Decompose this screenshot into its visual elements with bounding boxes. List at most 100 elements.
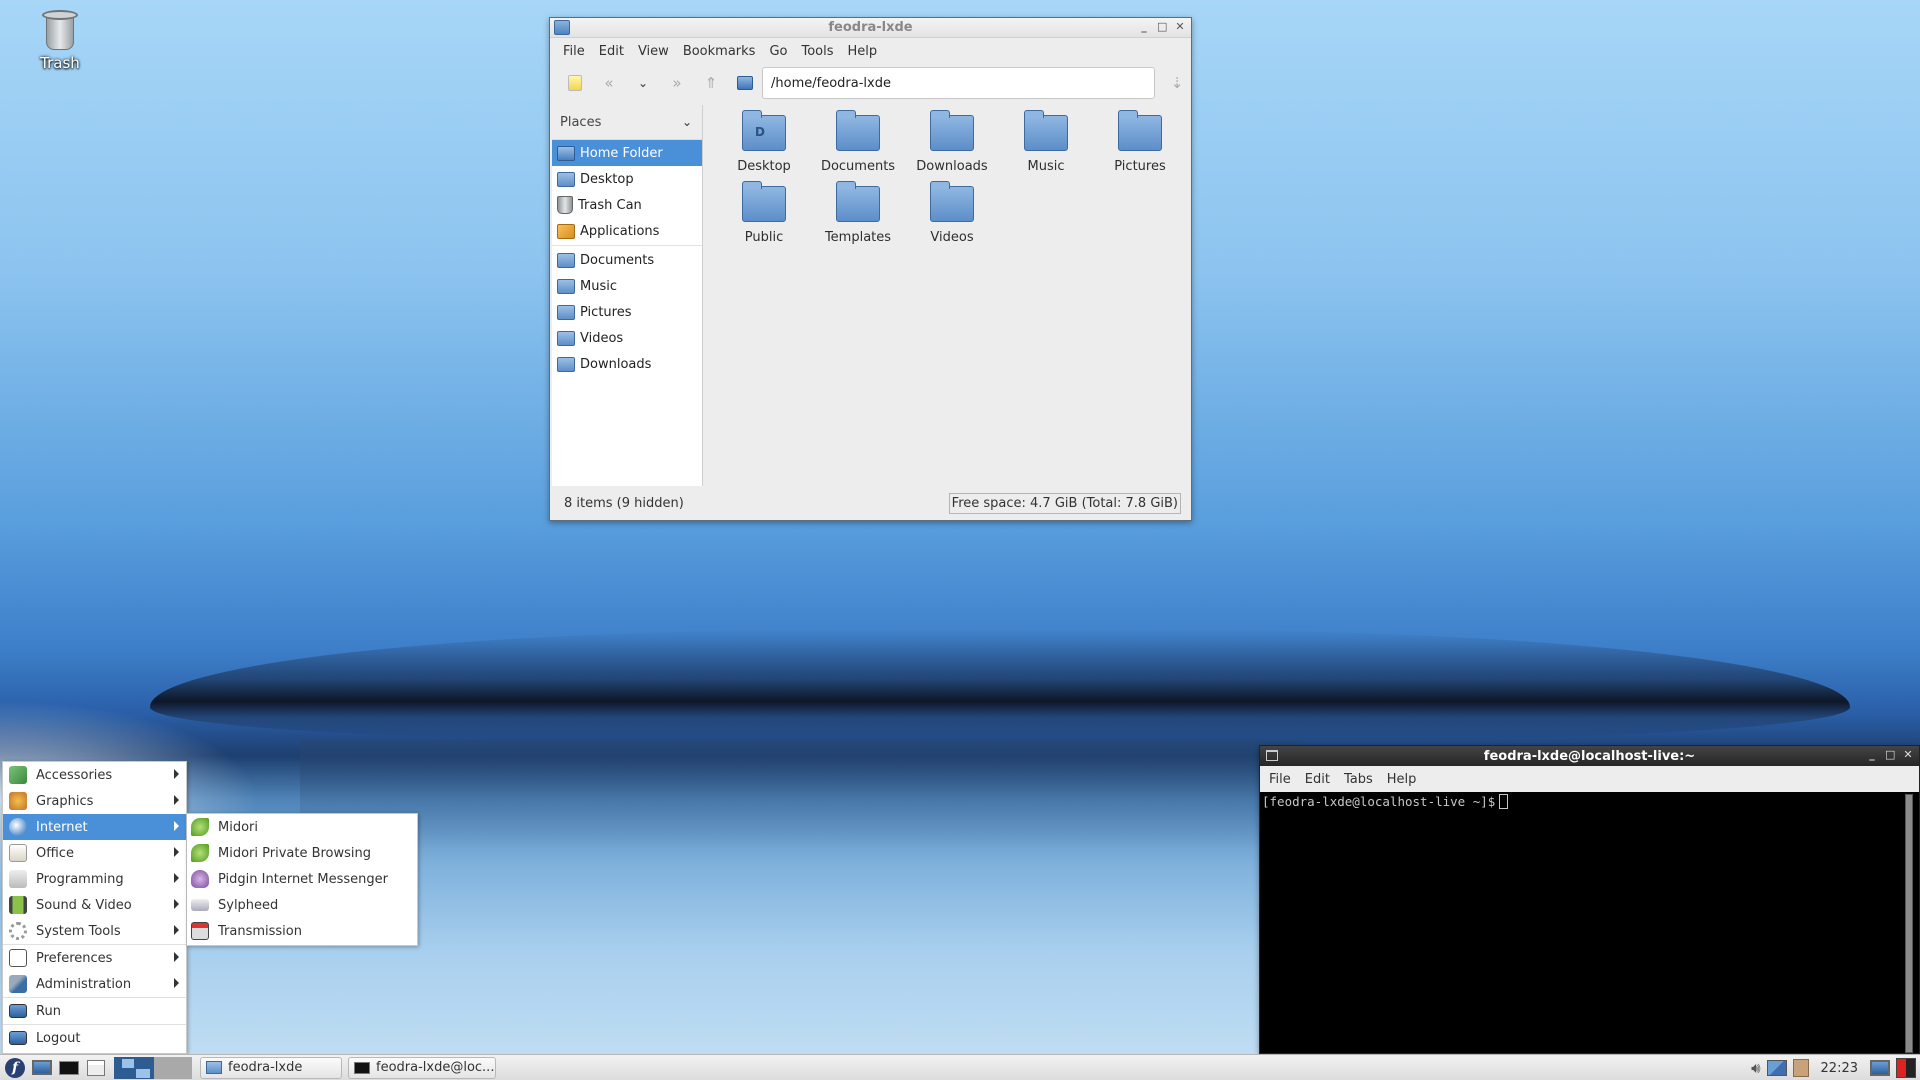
wallpaper-treeline — [150, 630, 1850, 740]
back-icon: « — [604, 74, 614, 92]
terminal-scrollbar[interactable] — [1905, 794, 1913, 1053]
screen-lock-icon[interactable] — [1870, 1060, 1890, 1076]
submenu-item-midori-private[interactable]: Midori Private Browsing — [187, 840, 417, 866]
maximize-button[interactable]: □ — [1157, 20, 1167, 33]
submenu-item-midori[interactable]: Midori — [187, 814, 417, 840]
menu-tabs[interactable]: Tabs — [1337, 772, 1380, 787]
menu-item-office[interactable]: Office — [3, 840, 186, 866]
computer-icon — [32, 1060, 52, 1075]
sidebar-item-music[interactable]: Music — [552, 273, 702, 299]
sidebar-item-pictures[interactable]: Pictures — [552, 299, 702, 325]
submenu-arrow-icon — [174, 978, 179, 988]
file-item-public[interactable]: Public — [717, 181, 811, 255]
menu-item-preferences[interactable]: Preferences — [3, 945, 186, 971]
sidebar-item-videos[interactable]: Videos — [552, 325, 702, 351]
taskbar: f feodra-lxde feodra-lxde@loc... 🔊︎ 22:2… — [0, 1054, 1920, 1080]
submenu-item-label: Transmission — [218, 923, 302, 939]
submenu-arrow-icon — [174, 795, 179, 805]
volume-icon[interactable]: 🔊︎ — [1751, 1059, 1760, 1077]
sidebar-item-documents[interactable]: Documents — [552, 247, 702, 273]
clock[interactable]: 22:23 — [1821, 1061, 1858, 1076]
address-bar[interactable]: /home/feodra-lxde — [762, 67, 1155, 99]
desktop-icon-label: Trash — [40, 54, 80, 72]
address-input[interactable]: /home/feodra-lxde — [771, 76, 891, 91]
back-button[interactable]: « — [592, 68, 626, 98]
menu-item-administration[interactable]: Administration — [3, 971, 186, 997]
menu-item-programming[interactable]: Programming — [3, 866, 186, 892]
minimize-button[interactable]: _ — [1867, 748, 1877, 761]
menu-edit[interactable]: Edit — [1298, 772, 1337, 787]
close-button[interactable]: ✕ — [1175, 20, 1185, 33]
sidebar-item-trash-can[interactable]: Trash Can — [552, 192, 702, 218]
sidebar-item-downloads[interactable]: Downloads — [552, 351, 702, 377]
minimize-button[interactable]: _ — [1139, 20, 1149, 33]
sidebar-item-home-folder[interactable]: Home Folder — [552, 140, 702, 166]
midori-icon — [191, 818, 209, 836]
menu-file[interactable]: File — [556, 44, 592, 59]
sidebar-item-label: Music — [580, 278, 617, 294]
submenu-item-sylpheed[interactable]: Sylpheed — [187, 892, 417, 918]
menu-item-run[interactable]: Run — [3, 998, 186, 1024]
menu-item-system-tools[interactable]: System Tools — [3, 918, 186, 944]
sidebar-item-desktop[interactable]: Desktop — [552, 166, 702, 192]
menu-help[interactable]: Help — [841, 44, 885, 59]
menu-item-accessories[interactable]: Accessories — [3, 762, 186, 788]
sidebar-item-applications[interactable]: Applications — [552, 218, 702, 244]
file-manager-body: Places ⌄ Home Folder Desktop Trash Can A… — [550, 105, 1191, 486]
new-tab-button[interactable] — [558, 68, 592, 98]
network-icon[interactable] — [1766, 1060, 1787, 1076]
menu-launcher-button[interactable]: f — [3, 1057, 27, 1079]
terminal-screen[interactable]: [feodra-lxde@localhost-live ~]$ — [1260, 792, 1919, 1053]
menu-bookmarks[interactable]: Bookmarks — [676, 44, 763, 59]
file-item-music[interactable]: Music — [999, 110, 1093, 184]
terminal-cursor — [1499, 794, 1509, 809]
menu-file[interactable]: File — [1262, 772, 1298, 787]
submenu-arrow-icon — [174, 899, 179, 909]
clipboard-icon[interactable] — [1792, 1059, 1809, 1077]
logout-icon[interactable] — [1896, 1058, 1916, 1078]
menu-help[interactable]: Help — [1380, 772, 1424, 787]
submenu-item-pidgin[interactable]: Pidgin Internet Messenger — [187, 866, 417, 892]
applications-icon — [557, 223, 575, 239]
menu-item-sound-video[interactable]: Sound & Video — [3, 892, 186, 918]
task-file-manager[interactable]: feodra-lxde — [200, 1056, 342, 1079]
home-button[interactable] — [728, 68, 762, 98]
sidebar-item-label: Applications — [580, 223, 660, 239]
history-dropdown-button[interactable]: ⌄ — [626, 68, 660, 98]
file-item-pictures[interactable]: Pictures — [1093, 110, 1187, 184]
folder-icon — [206, 1061, 222, 1074]
file-manager-launcher[interactable] — [30, 1057, 54, 1079]
menu-item-graphics[interactable]: Graphics — [3, 788, 186, 814]
places-header[interactable]: Places ⌄ — [552, 105, 702, 140]
folder-icon — [930, 110, 974, 151]
maximize-button[interactable]: □ — [1885, 748, 1895, 761]
file-item-videos[interactable]: Videos — [905, 181, 999, 255]
submenu-arrow-icon — [174, 821, 179, 831]
submenu-item-transmission[interactable]: Transmission — [187, 918, 417, 944]
menu-item-internet[interactable]: Internet — [3, 814, 186, 840]
menu-tools[interactable]: Tools — [794, 44, 840, 59]
windows-icon — [87, 1059, 105, 1076]
show-desktop-button[interactable] — [84, 1057, 108, 1079]
workspace-2[interactable] — [154, 1056, 192, 1079]
workspace-1[interactable] — [114, 1056, 154, 1079]
close-button[interactable]: ✕ — [1903, 748, 1913, 761]
file-item-documents[interactable]: Documents — [811, 110, 905, 184]
title-bar[interactable]: feodra-lxde@localhost-live:~ _ □ ✕ — [1260, 746, 1919, 766]
task-terminal[interactable]: feodra-lxde@loc... — [348, 1056, 496, 1079]
desktop-icon-trash[interactable]: Trash — [30, 8, 90, 72]
title-bar[interactable]: feodra-lxde _ □ ✕ — [550, 18, 1191, 38]
terminal-launcher[interactable] — [57, 1057, 81, 1079]
sidebar-item-label: Documents — [580, 252, 655, 268]
file-item-desktop[interactable]: D Desktop — [717, 110, 811, 184]
forward-button[interactable]: » — [660, 68, 694, 98]
file-item-downloads[interactable]: Downloads — [905, 110, 999, 184]
go-button[interactable]: ⇣ — [1163, 68, 1191, 98]
menu-view[interactable]: View — [631, 44, 676, 59]
menu-item-logout[interactable]: Logout — [3, 1025, 186, 1051]
menu-go[interactable]: Go — [762, 44, 794, 59]
file-item-templates[interactable]: Templates — [811, 181, 905, 255]
task-label: feodra-lxde@loc... — [376, 1060, 495, 1075]
up-button[interactable]: ⇑ — [694, 68, 728, 98]
menu-edit[interactable]: Edit — [592, 44, 631, 59]
